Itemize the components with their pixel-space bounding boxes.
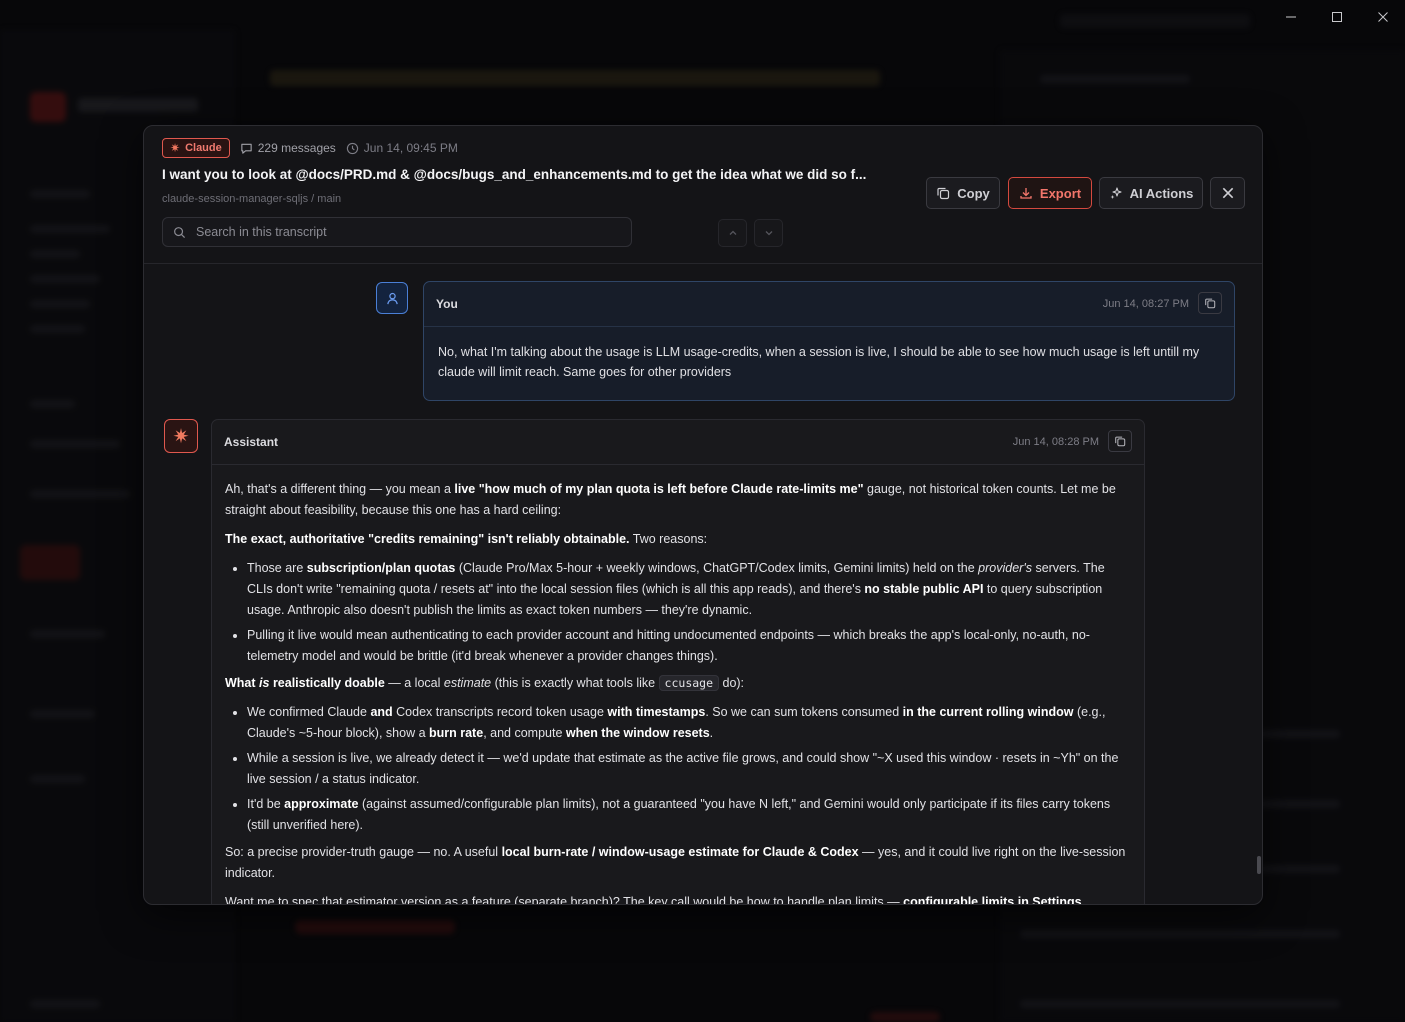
message-role: Assistant [224,435,279,449]
window-close-button[interactable] [1360,0,1405,34]
ai-actions-button-label: AI Actions [1129,185,1194,201]
message-time: Jun 14, 08:28 PM [1012,436,1099,448]
window-minimize-button[interactable] [1268,0,1314,34]
user-message: You Jun 14, 08:27 PM No, what I'm talkin… [423,281,1235,401]
chevron-down-icon [765,231,772,236]
message-icon [241,143,252,154]
list-item: Pulling it live would mean authenticatin… [247,625,1131,667]
search-input[interactable] [194,224,621,240]
message-count-label: 229 messages [257,141,336,155]
background-logo-text [78,98,198,112]
message-header: You Jun 14, 08:27 PM [424,282,1234,327]
list-item: It'd be approximate (against assumed/con… [247,794,1131,836]
assistant-message: Assistant Jun 14, 08:28 PM Ah, that's a … [211,419,1145,904]
copy-icon [1205,298,1216,309]
copy-icon [1115,436,1126,447]
transcript-search[interactable] [162,217,632,247]
list-item: While a session is live, we already dete… [247,748,1131,790]
download-icon [1020,188,1032,199]
session-time: Jun 14, 09:45 PM [346,141,458,155]
provider-badge-label: Claude [185,142,222,154]
claude-logo-icon: ✷ [172,425,190,448]
message-count: 229 messages [240,141,336,155]
paragraph: So: a precise provider-truth gauge — no.… [225,845,1126,880]
inline-code: ccusage [658,675,720,691]
paragraph: Want me to spec that estimator version a… [225,895,1082,904]
message-text: Ah, that's a different thing — you mean … [212,465,1144,904]
sparkles-icon [1110,187,1122,199]
transcript-scrollbar[interactable] [1257,856,1261,874]
chevron-up-icon [729,230,736,235]
paragraph: The exact, authoritative "credits remain… [225,532,708,546]
transcript-body[interactable]: You Jun 14, 08:27 PM No, what I'm talkin… [144,264,1262,904]
bullet-list: Those are subscription/plan quotas (Clau… [225,558,1131,667]
export-button-label: Export [1039,185,1082,201]
search-next-button[interactable] [754,219,783,247]
copy-message-button[interactable] [1198,292,1222,314]
message-text: No, what I'm talking about the usage is … [438,345,1200,379]
transcript-modal: ✷ Claude 229 messages Jun 14, 09:45 PM I… [143,125,1263,905]
copy-icon [937,187,950,200]
paragraph: Ah, that's a different thing — you mean … [225,482,1116,517]
maximize-icon [1332,12,1342,22]
list-item: Those are subscription/plan quotas (Clau… [247,558,1131,621]
session-time-label: Jun 14, 09:45 PM [363,141,458,155]
assistant-avatar: ✷ [164,419,198,453]
copy-button-label: Copy [957,185,990,201]
message-time: Jun 14, 08:27 PM [1102,298,1189,310]
claude-logo-icon: ✷ [170,141,181,155]
clock-icon [346,142,358,154]
background-toolbar [1060,14,1250,28]
session-meta: ✷ Claude 229 messages Jun 14, 09:45 PM [162,138,458,158]
close-icon [1378,12,1388,22]
background-logo [30,92,66,122]
message-role: You [436,297,458,311]
close-icon [1222,187,1233,199]
list-item: We confirmed Claude and Codex transcript… [247,702,1131,744]
copy-button[interactable]: Copy [926,177,1000,209]
close-modal-button[interactable] [1210,177,1245,209]
background-title [270,70,880,86]
search-icon [174,226,186,238]
modal-header: ✷ Claude 229 messages Jun 14, 09:45 PM I… [144,126,1262,264]
user-icon [386,292,398,304]
copy-message-button[interactable] [1108,430,1132,452]
message-header: Assistant Jun 14, 08:28 PM [212,420,1144,465]
user-avatar [376,282,408,314]
session-title: I want you to look at @docs/PRD.md & @do… [162,167,867,182]
ai-actions-button[interactable]: AI Actions [1099,177,1203,209]
minimize-icon [1286,16,1296,18]
provider-badge: ✷ Claude [162,138,230,158]
search-prev-button[interactable] [718,219,747,247]
window-maximize-button[interactable] [1314,0,1360,34]
bullet-list: We confirmed Claude and Codex transcript… [225,702,1131,836]
session-path: claude-session-manager-sqljs / main [162,193,342,205]
paragraph: What is realistically doable — a local e… [225,675,745,691]
export-button[interactable]: Export [1008,177,1092,209]
